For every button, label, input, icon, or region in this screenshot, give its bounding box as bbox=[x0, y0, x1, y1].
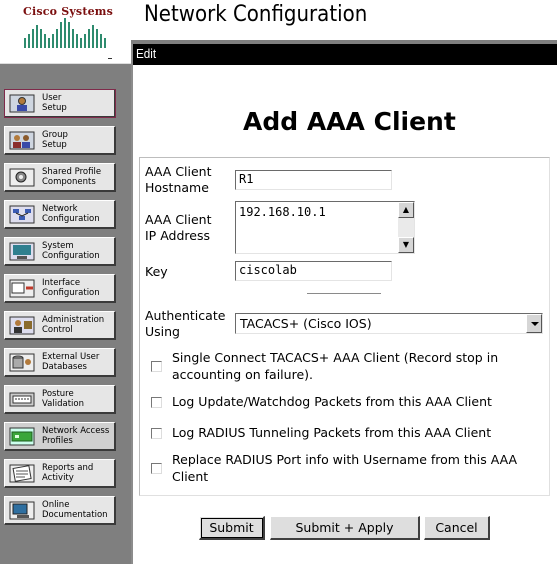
single-connect-checkbox[interactable] bbox=[151, 361, 162, 372]
system-icon bbox=[8, 241, 36, 262]
hostname-input[interactable]: R1 bbox=[235, 170, 392, 190]
authenticate-using-value: TACACS+ (Cisco IOS) bbox=[240, 316, 372, 331]
log-radius-tunneling-label: Log RADIUS Tunneling Packets from this A… bbox=[172, 425, 492, 440]
divider bbox=[307, 293, 381, 295]
authenticate-using-select[interactable]: TACACS+ (Cisco IOS) bbox=[235, 313, 543, 334]
submit-button[interactable]: Submit bbox=[199, 516, 265, 540]
cisco-bridge-logo-icon bbox=[24, 18, 106, 48]
sidebar-item-interface-configuration[interactable]: Interface Configuration bbox=[4, 274, 116, 303]
log-watchdog-label: Log Update/Watchdog Packets from this AA… bbox=[172, 394, 492, 409]
network-access-icon bbox=[8, 426, 36, 447]
sidebar-item-label: Network Access Profiles bbox=[42, 426, 110, 446]
shared-profile-icon bbox=[8, 167, 36, 188]
ip-address-value: 192.168.10.1 bbox=[239, 205, 326, 219]
ip-scrollbar[interactable]: ▲ ▼ bbox=[398, 202, 414, 253]
cisco-logo: Cisco Systems bbox=[0, 0, 131, 63]
sidebar-item-label: Group Setup bbox=[42, 130, 68, 150]
sidebar-item-administration-control[interactable]: Administration Control bbox=[4, 311, 116, 340]
sidebar-item-label: User Setup bbox=[42, 93, 67, 113]
log-radius-tunneling-checkbox[interactable] bbox=[151, 428, 162, 439]
nav-panel: User Setup Group Setup Shared Profile Compone… bbox=[0, 63, 131, 564]
ip-address-label: AAA Client IP Address bbox=[145, 212, 212, 243]
scroll-down-icon[interactable]: ▼ bbox=[398, 237, 414, 253]
authenticate-using-label: Authenticate Using bbox=[145, 308, 226, 339]
cancel-button[interactable]: Cancel bbox=[424, 516, 490, 540]
sidebar-item-user-setup[interactable]: User Setup bbox=[4, 89, 116, 118]
key-label: Key bbox=[145, 264, 168, 279]
sidebar-item-posture-validation[interactable]: Posture Validation bbox=[4, 385, 116, 414]
submit-apply-button[interactable]: Submit + Apply bbox=[270, 516, 420, 540]
sidebar-item-label: Shared Profile Components bbox=[42, 167, 102, 187]
group-icon bbox=[8, 130, 36, 151]
sidebar-item-label: External User Databases bbox=[42, 352, 100, 372]
sidebar-item-online-documentation[interactable]: Online Documentation bbox=[4, 496, 116, 525]
administration-icon bbox=[8, 315, 36, 336]
key-input[interactable]: ciscolab bbox=[235, 261, 392, 281]
sidebar-item-group-setup[interactable]: Group Setup bbox=[4, 126, 116, 155]
ip-address-textarea[interactable]: 192.168.10.1 ▲ ▼ bbox=[235, 201, 415, 254]
sidebar-item-reports-and-activity[interactable]: Reports and Activity bbox=[4, 459, 116, 488]
replace-radius-port-checkbox[interactable] bbox=[151, 463, 162, 474]
replace-radius-port-label: Replace RADIUS Port info with Username f… bbox=[172, 452, 518, 484]
left-navigation: Cisco Systems User Setup Group Setup Shared … bbox=[0, 0, 131, 564]
sidebar-item-shared-profile-components[interactable]: Shared Profile Components bbox=[4, 163, 116, 192]
interface-icon bbox=[8, 278, 36, 299]
sidebar-item-label: Administration Control bbox=[42, 315, 105, 335]
documentation-icon bbox=[8, 500, 36, 521]
sidebar-item-network-access-profiles[interactable]: Network Access Profiles bbox=[4, 422, 116, 451]
sidebar-item-label: Network Configuration bbox=[42, 204, 100, 224]
edit-frame-title: Edit bbox=[136, 46, 157, 61]
edit-frame-header: Edit bbox=[133, 44, 557, 65]
sidebar-item-system-configuration[interactable]: System Configuration bbox=[4, 237, 116, 266]
sidebar-item-label: Online Documentation bbox=[42, 500, 108, 520]
form-heading: Add AAA Client bbox=[243, 107, 456, 136]
reports-icon bbox=[8, 463, 36, 484]
sidebar-item-external-user-databases[interactable]: External User Databases bbox=[4, 348, 116, 377]
single-connect-label: Single Connect TACACS+ AAA Client (Recor… bbox=[172, 350, 499, 382]
sidebar-item-label: Posture Validation bbox=[42, 389, 84, 409]
page-title: Network Configuration bbox=[144, 2, 368, 27]
chevron-down-icon[interactable] bbox=[526, 314, 542, 333]
sidebar-item-label: System Configuration bbox=[42, 241, 100, 261]
database-icon bbox=[8, 352, 36, 373]
hostname-label: AAA Client Hostname bbox=[145, 164, 212, 195]
sidebar-item-label: Interface Configuration bbox=[42, 278, 100, 298]
sidebar-item-label: Reports and Activity bbox=[42, 463, 94, 483]
scroll-up-icon[interactable]: ▲ bbox=[398, 202, 414, 218]
frame-divider bbox=[131, 44, 133, 564]
sidebar-item-network-configuration[interactable]: Network Configuration bbox=[4, 200, 116, 229]
log-watchdog-checkbox[interactable] bbox=[151, 397, 162, 408]
posture-icon bbox=[8, 389, 36, 410]
user-icon bbox=[8, 93, 36, 114]
logo-mark bbox=[108, 58, 112, 59]
network-icon bbox=[8, 204, 36, 225]
